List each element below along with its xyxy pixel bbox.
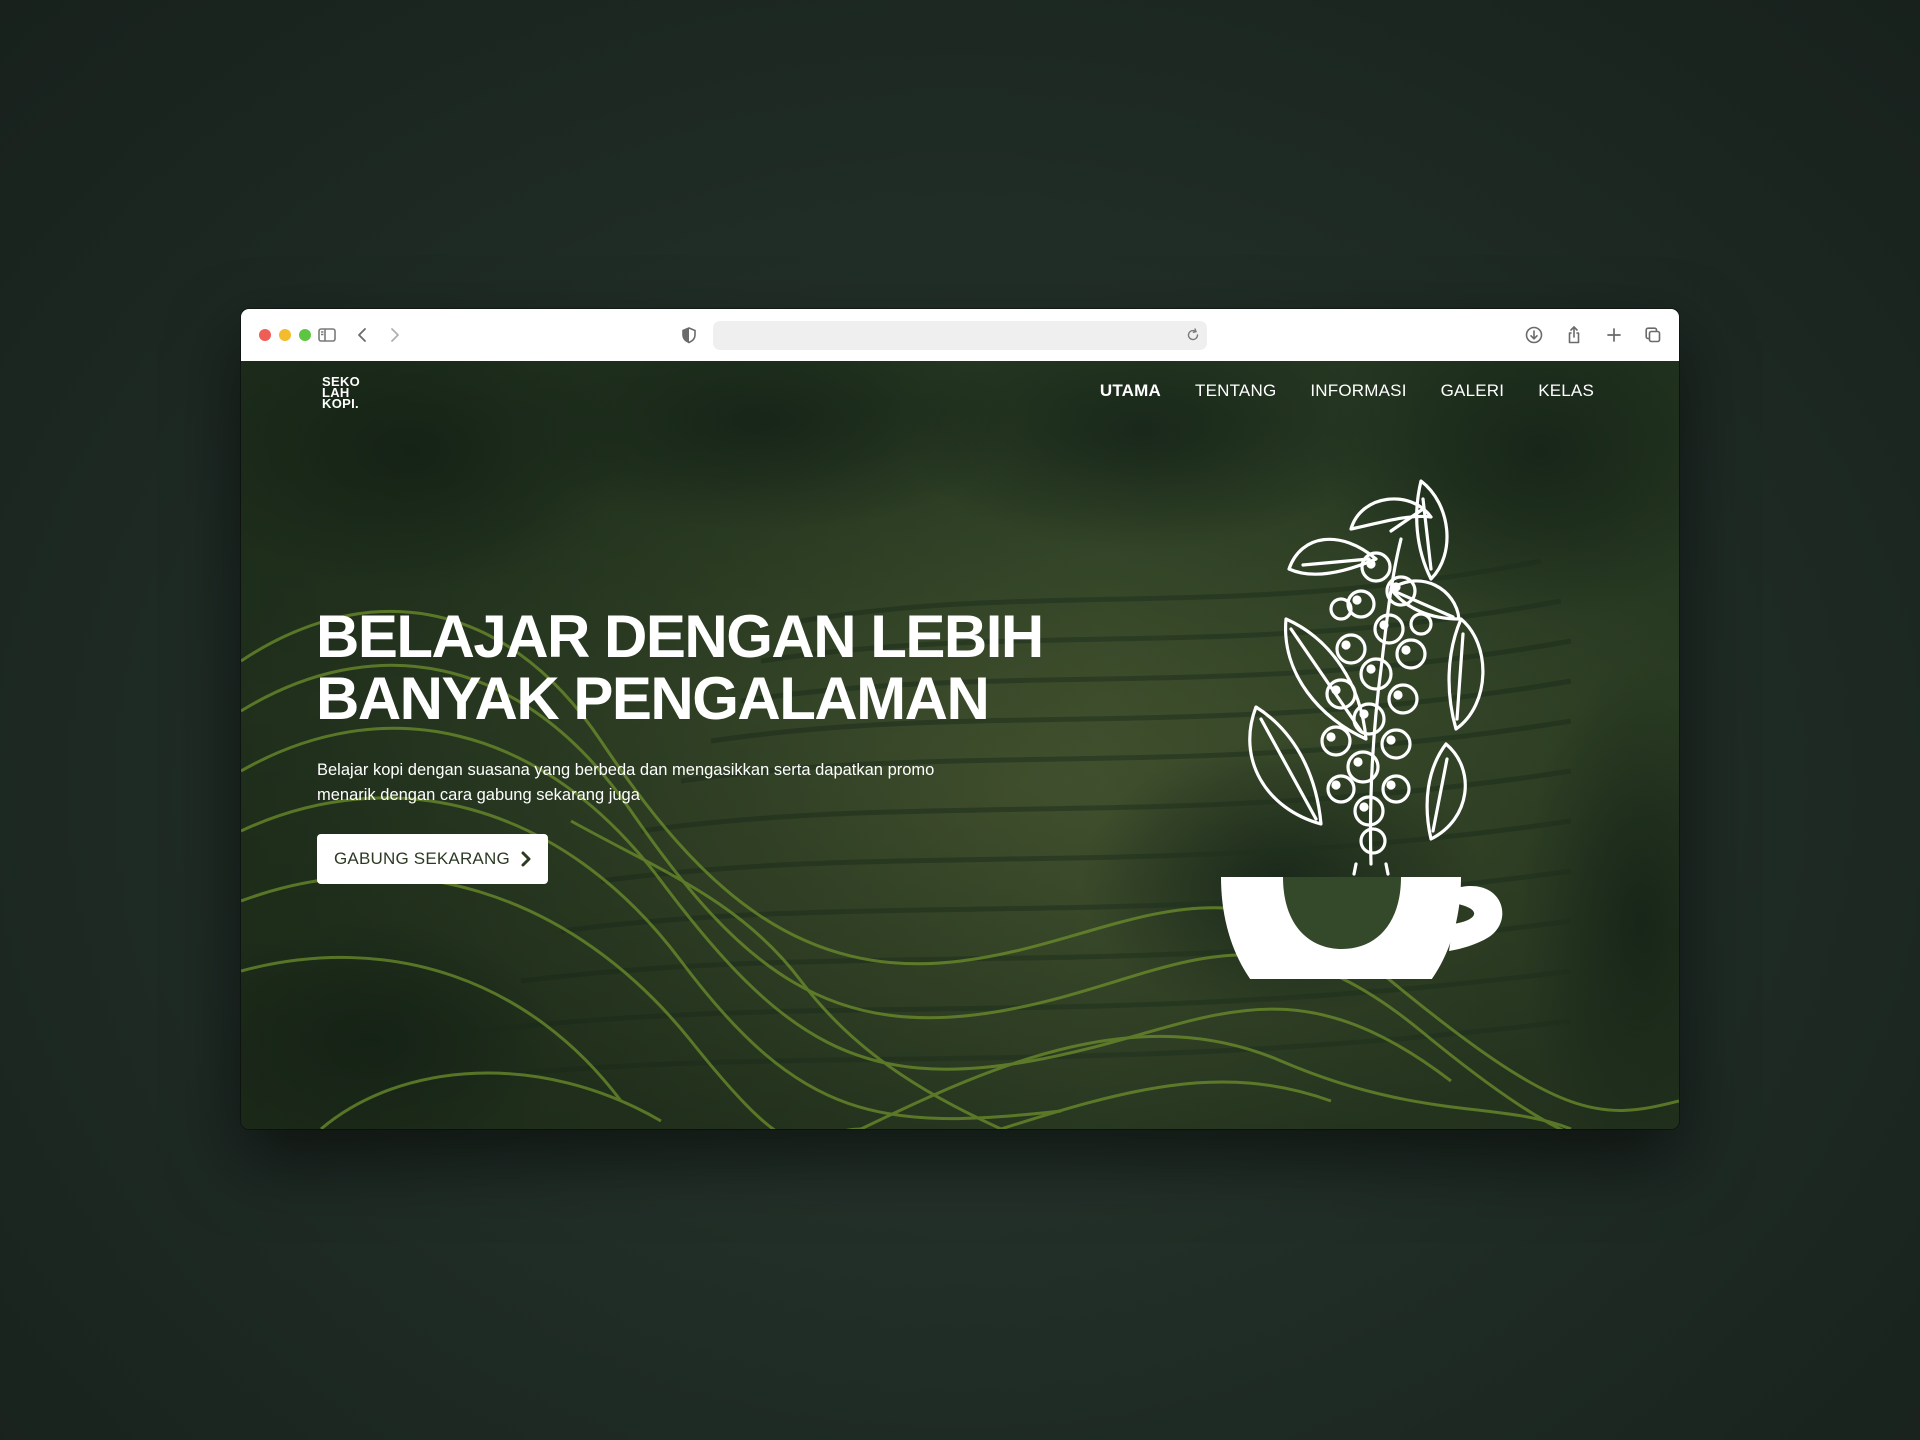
shield-icon[interactable]: [677, 323, 701, 347]
download-icon[interactable]: [1522, 323, 1546, 347]
nav-item-galeri[interactable]: GALERI: [1441, 381, 1505, 401]
nav-item-utama[interactable]: UTAMA: [1100, 381, 1161, 401]
hero-title-line: BANYAK PENGALAMAN: [316, 665, 990, 732]
minimize-window-button[interactable]: [279, 329, 291, 341]
sidebar-icon[interactable]: [315, 323, 339, 347]
address-bar[interactable]: [713, 321, 1207, 350]
site-logo[interactable]: SEKO LAH KOPI.: [322, 375, 360, 411]
chevron-left-icon[interactable]: [351, 323, 375, 347]
nav-item-kelas[interactable]: KELAS: [1538, 381, 1594, 401]
close-window-button[interactable]: [259, 329, 271, 341]
join-now-button[interactable]: GABUNG SEKARANG: [317, 834, 548, 884]
hero-title-line: BELAJAR DENGAN LEBIH: [316, 603, 1044, 670]
nav-item-tentang[interactable]: TENTANG: [1195, 381, 1276, 401]
logo-line: KOPI.: [322, 396, 359, 411]
hero-subtitle: Belajar kopi dengan suasana yang berbeda…: [317, 761, 935, 804]
tab-overview-icon[interactable]: [1641, 323, 1665, 347]
zoom-window-button[interactable]: [299, 329, 311, 341]
browser-window: SEKO LAH KOPI. UTAMA TENTANG INFORMASI G…: [241, 309, 1679, 1129]
chevron-right-icon: [520, 851, 532, 867]
coffee-cherry-cup-icon: [1191, 469, 1551, 1029]
plus-icon[interactable]: [1602, 323, 1626, 347]
join-now-label: GABUNG SEKARANG: [334, 849, 510, 868]
hero-title: BELAJAR DENGAN LEBIH BANYAK PENGALAMAN: [316, 606, 1216, 730]
browser-toolbar: [241, 309, 1679, 362]
chevron-right-icon[interactable]: [382, 323, 406, 347]
main-nav: UTAMA TENTANG INFORMASI GALERI KELAS: [1100, 381, 1594, 401]
webpage-viewport: SEKO LAH KOPI. UTAMA TENTANG INFORMASI G…: [241, 361, 1679, 1129]
share-icon[interactable]: [1562, 323, 1586, 347]
reload-icon[interactable]: [1185, 327, 1201, 343]
nav-item-informasi[interactable]: INFORMASI: [1310, 381, 1406, 401]
